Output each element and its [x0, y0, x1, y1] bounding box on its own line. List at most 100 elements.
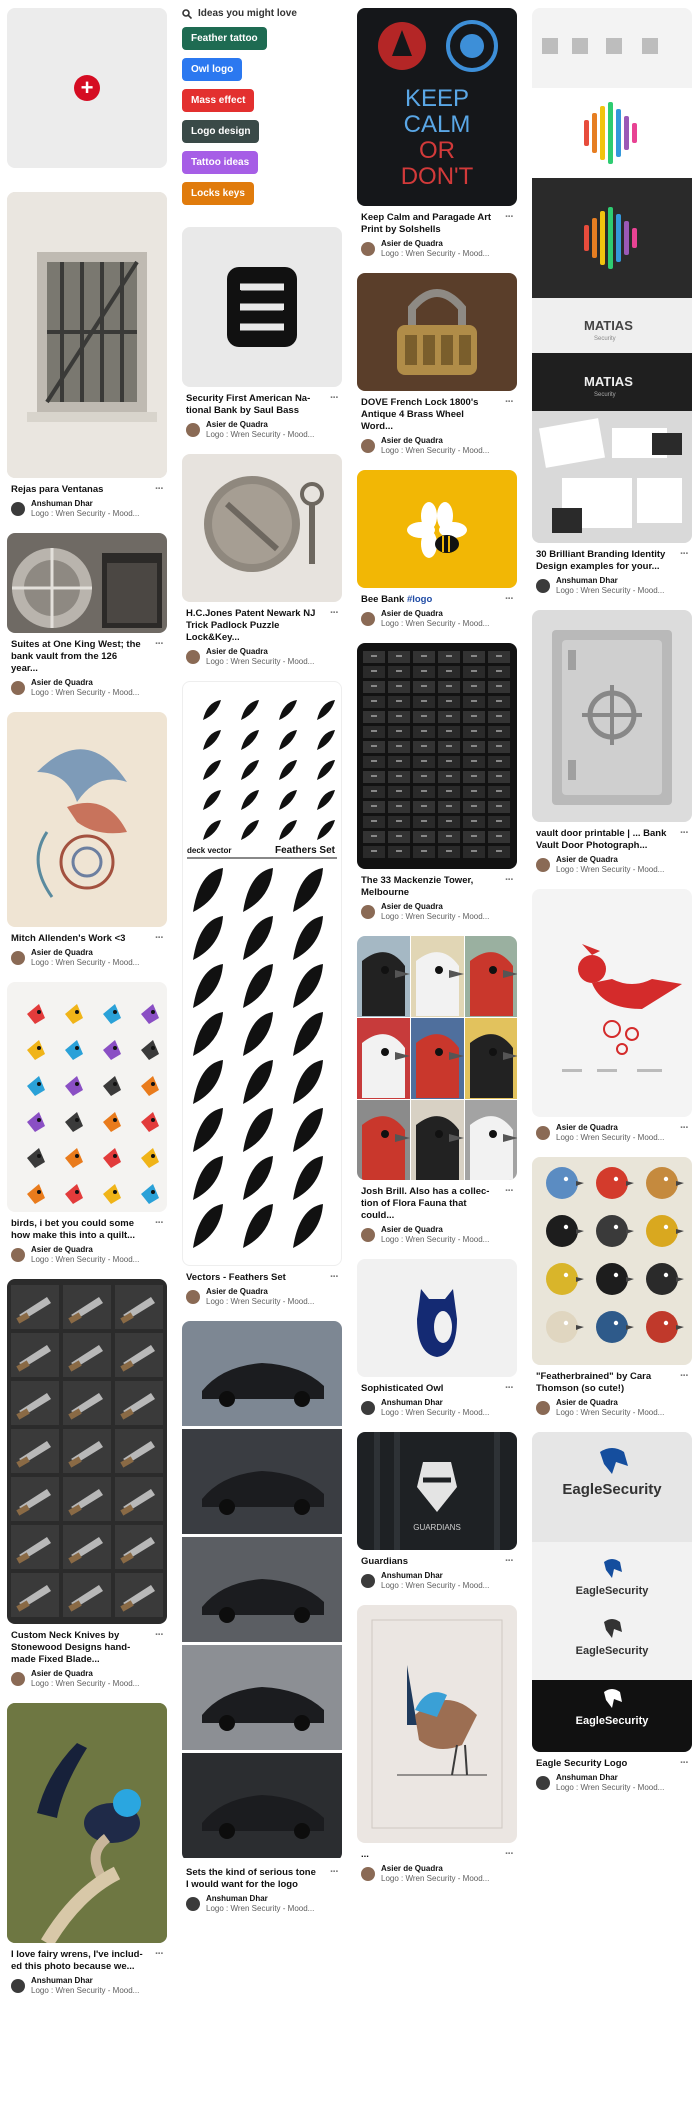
pin-user-name[interactable]: Anshuman Dhar [556, 576, 664, 586]
pin-attribution[interactable]: Asier de Quadra Logo : Wren Security - Mo… [361, 436, 517, 456]
pin-board-name[interactable]: Logo : Wren Security - Mood... [206, 430, 314, 440]
pin-image[interactable] [532, 889, 692, 1117]
pin-card[interactable]: "Featherbrained" by Cara Thomson (so cut… [532, 1157, 692, 1418]
more-options-icon[interactable]: ··· [330, 607, 339, 619]
avatar[interactable] [361, 612, 375, 626]
pin-card[interactable]: The 33 Mackenzie Tower, Melbourne ··· Asi… [357, 643, 517, 922]
pin-card[interactable]: Suites at One King West; the bank vault … [7, 533, 167, 698]
pin-board-name[interactable]: Logo : Wren Security - Mood... [31, 1679, 139, 1689]
pin-card[interactable]: KEEP CALM OR DON'T Keep Calm and Paragad… [357, 8, 517, 259]
pin-title[interactable]: Custom Neck Knives by Stonewood Designs … [11, 1629, 164, 1666]
avatar[interactable] [536, 579, 550, 593]
more-options-icon[interactable]: ··· [155, 483, 164, 495]
pin-board-name[interactable]: Logo : Wren Security - Mood... [381, 249, 489, 259]
avatar[interactable] [11, 1248, 25, 1262]
pin-title[interactable]: Bee Bank #logo ··· [361, 593, 514, 606]
more-options-icon[interactable]: ··· [505, 396, 514, 408]
pin-card[interactable]: Josh Brill. Also has a collec-tion of Fl… [357, 936, 517, 1245]
more-options-icon[interactable]: ··· [680, 827, 689, 839]
pin-card[interactable]: Bee Bank #logo ··· Asier de Quadra Logo : … [357, 470, 517, 629]
more-options-icon[interactable]: ··· [505, 1848, 514, 1860]
idea-chip-mass-effect[interactable]: Mass effect [182, 89, 255, 112]
avatar[interactable] [186, 1897, 200, 1911]
more-options-icon[interactable]: ··· [330, 392, 339, 404]
pin-card[interactable]: Security First American Na-tional Bank b… [182, 227, 342, 440]
pin-attribution[interactable]: Anshuman Dhar Logo : Wren Security - Mood… [11, 499, 167, 519]
avatar[interactable] [11, 1672, 25, 1686]
pin-board-name[interactable]: Logo : Wren Security - Mood... [381, 1581, 489, 1591]
pin-image[interactable] [182, 454, 342, 602]
pin-board-name[interactable]: Logo : Wren Security - Mood... [206, 1904, 314, 1914]
pin-user-name[interactable]: Anshuman Dhar [206, 1894, 314, 1904]
pin-image[interactable] [7, 533, 167, 633]
pin-image[interactable] [357, 1605, 517, 1843]
pin-attribution[interactable]: Asier de Quadra Logo : Wren Security - Mo… [186, 1287, 342, 1307]
pin-image[interactable] [357, 273, 517, 391]
more-options-icon[interactable]: ··· [155, 932, 164, 944]
pin-user-name[interactable]: Asier de Quadra [206, 420, 314, 430]
pin-card[interactable]: deck vector Feathers Set Vectors - Feath… [182, 681, 342, 1307]
idea-chip-feather-tattoo[interactable]: Feather tattoo [182, 27, 267, 50]
pin-board-name[interactable]: Logo : Wren Security - Mood... [556, 586, 664, 596]
pin-title[interactable]: Guardians ··· [361, 1555, 514, 1568]
avatar[interactable] [186, 650, 200, 664]
pin-board-name[interactable]: Logo : Wren Security - Mood... [206, 657, 314, 667]
pin-title[interactable]: "Featherbrained" by Cara Thomson (so cut… [536, 1370, 689, 1395]
pin-image[interactable] [357, 643, 517, 869]
pin-title[interactable]: Mitch Allenden's Work <3 ··· [11, 932, 164, 945]
pin-image[interactable] [532, 610, 692, 822]
pin-card[interactable]: DOVE French Lock 1800's Antique 4 Brass … [357, 273, 517, 456]
pin-attribution[interactable]: Asier de Quadra Logo : Wren Security - Mo… [186, 647, 342, 667]
pin-attribution[interactable]: Asier de Quadra Logo : Wren Security - Mo… [11, 948, 167, 968]
pin-board-name[interactable]: Logo : Wren Security - Mood... [381, 912, 489, 922]
avatar[interactable] [536, 1776, 550, 1790]
add-pin-icon[interactable]: + [74, 75, 100, 101]
avatar[interactable] [361, 1867, 375, 1881]
pin-title[interactable]: Keep Calm and Paragade Art Print by Sols… [361, 211, 514, 236]
pin-image[interactable] [7, 982, 167, 1212]
pin-image[interactable] [7, 712, 167, 927]
avatar[interactable] [536, 1401, 550, 1415]
pin-title[interactable]: vault door printable | ... Bank Vault Do… [536, 827, 689, 852]
pin-user-name[interactable]: Asier de Quadra [556, 1123, 664, 1133]
pin-user-name[interactable]: Asier de Quadra [206, 647, 314, 657]
pin-card[interactable]: Sophisticated Owl ··· Anshuman Dhar Logo :… [357, 1259, 517, 1418]
pin-title[interactable]: Suites at One King West; the bank vault … [11, 638, 164, 675]
avatar[interactable] [11, 951, 25, 965]
pin-board-name[interactable]: Logo : Wren Security - Mood... [381, 446, 489, 456]
more-options-icon[interactable]: ··· [505, 211, 514, 223]
pin-user-name[interactable]: Asier de Quadra [381, 436, 489, 446]
pin-image[interactable] [7, 1279, 167, 1624]
pin-attribution[interactable]: Asier de Quadra Logo : Wren Security - Mo… [361, 1225, 517, 1245]
pin-user-name[interactable]: Anshuman Dhar [381, 1398, 489, 1408]
avatar[interactable] [11, 681, 25, 695]
pin-image[interactable] [357, 936, 517, 1180]
pin-attribution[interactable]: Anshuman Dhar Logo : Wren Security - Mood… [11, 1976, 167, 1996]
avatar[interactable] [361, 439, 375, 453]
pin-attribution[interactable]: Asier de Quadra Logo : Wren Security - Mo… [11, 678, 167, 698]
pin-title[interactable]: The 33 Mackenzie Tower, Melbourne ··· [361, 874, 514, 899]
pin-attribution[interactable]: Asier de Quadra Logo : Wren Security - Mo… [361, 239, 517, 259]
pin-attribution[interactable]: Anshuman Dhar Logo : Wren Security - Mood… [536, 1773, 692, 1793]
more-options-icon[interactable]: ··· [505, 593, 514, 605]
avatar[interactable] [361, 242, 375, 256]
more-options-icon[interactable]: ··· [155, 638, 164, 650]
pin-board-name[interactable]: Logo : Wren Security - Mood... [381, 1408, 489, 1418]
more-options-icon[interactable]: ··· [155, 1629, 164, 1641]
pin-user-name[interactable]: Asier de Quadra [31, 948, 139, 958]
pin-user-name[interactable]: Asier de Quadra [381, 902, 489, 912]
avatar[interactable] [361, 1574, 375, 1588]
idea-chip-locks-keys[interactable]: Locks keys [182, 182, 254, 205]
pin-board-name[interactable]: Logo : Wren Security - Mood... [31, 509, 139, 519]
pin-user-name[interactable]: Asier de Quadra [381, 1225, 489, 1235]
pin-board-name[interactable]: Logo : Wren Security - Mood... [31, 688, 139, 698]
pin-card[interactable]: Sets the kind of serious tone I would wa… [182, 1321, 342, 1914]
more-options-icon[interactable]: ··· [680, 1122, 689, 1134]
pin-attribution[interactable]: Asier de Quadra Logo : Wren Security - Mo… [361, 902, 517, 922]
pin-board-name[interactable]: Logo : Wren Security - Mood... [31, 958, 139, 968]
idea-chip-owl-logo[interactable]: Owl logo [182, 58, 243, 81]
pin-title[interactable]: Sophisticated Owl ··· [361, 1382, 514, 1395]
pin-user-name[interactable]: Anshuman Dhar [31, 1976, 139, 1986]
pin-image[interactable]: MATIAS Security MATIAS Security [532, 8, 692, 543]
pin-title[interactable]: Eagle Security Logo ··· [536, 1757, 689, 1770]
